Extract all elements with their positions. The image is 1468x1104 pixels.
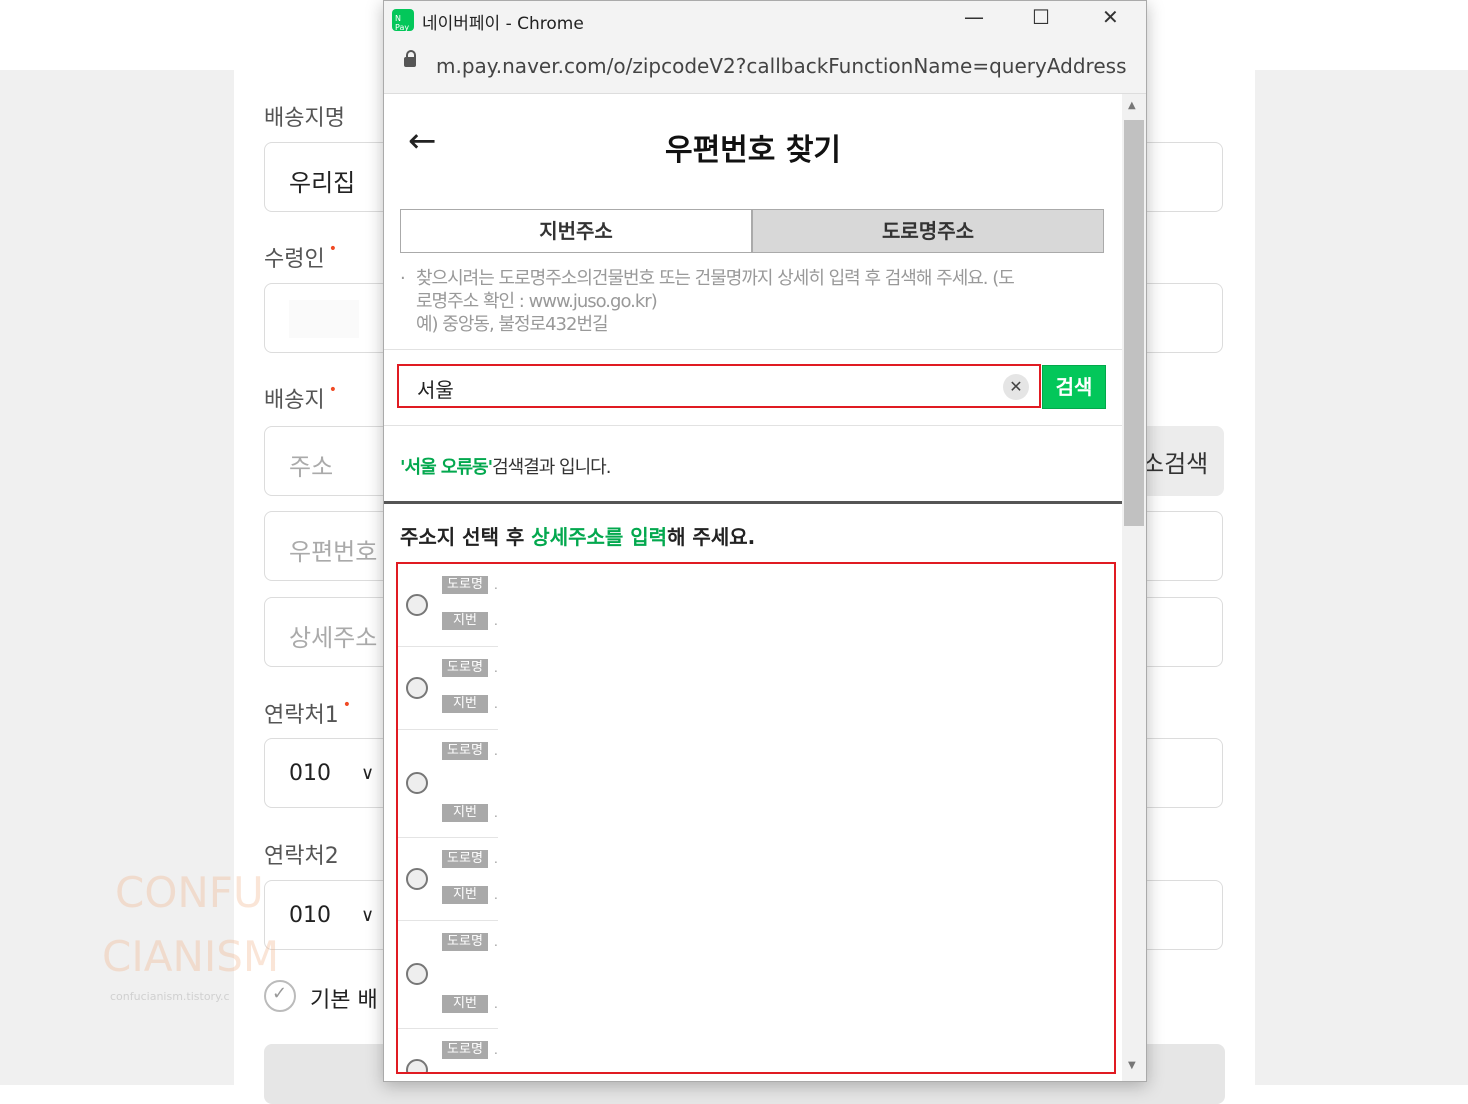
default-address-label: 기본 배	[310, 988, 378, 1013]
result-text: .	[494, 806, 498, 820]
search-button[interactable]: 검색	[1042, 365, 1106, 409]
tab-road-name[interactable]: 도로명주소	[752, 209, 1104, 253]
radio-button[interactable]	[406, 594, 428, 616]
radio-button[interactable]	[406, 868, 428, 890]
naverpay-favicon-icon: N Pay	[392, 9, 414, 32]
search-input[interactable]: 서울 ✕	[397, 364, 1041, 408]
result-divider	[384, 501, 1122, 504]
naverpay-popup-window: N Pay 네이버페이 - Chrome — ☐ ✕ m.pay.naver.c…	[383, 0, 1147, 1082]
jibun-badge: 지번	[442, 804, 488, 822]
tab-jibun[interactable]: 지번주소	[400, 209, 752, 253]
list-item[interactable]: 도로명. 지번.	[398, 838, 498, 921]
chevron-down-icon: ∨	[361, 905, 375, 926]
check-icon: ✓	[272, 983, 288, 1004]
result-text: .	[494, 661, 498, 675]
address-placeholder: 주소	[289, 453, 334, 481]
url-text[interactable]: m.pay.naver.com/o/zipcodeV2?callbackFunc…	[436, 54, 1126, 78]
scrollbar[interactable]: ▲ ▼	[1122, 94, 1146, 1081]
result-text: .	[494, 1043, 498, 1057]
shipping-name-value: 우리집	[289, 169, 356, 197]
jibun-badge: 지번	[442, 695, 488, 713]
minimize-icon[interactable]: —	[964, 5, 984, 29]
road-badge: 도로명	[442, 742, 488, 760]
window-titlebar: N Pay 네이버페이 - Chrome — ☐ ✕	[384, 1, 1146, 41]
address-bar: m.pay.naver.com/o/zipcodeV2?callbackFunc…	[384, 41, 1146, 94]
result-text: .	[494, 614, 498, 628]
result-text: .	[494, 997, 498, 1011]
recipient-label: 수령인 •	[264, 241, 337, 272]
result-info: '서울 오류동'검색결과 입니다.	[400, 453, 611, 479]
list-item[interactable]: 도로명. 지번.	[398, 564, 498, 647]
list-item[interactable]: 도로명. 지번.	[398, 647, 498, 730]
radio-button[interactable]	[406, 963, 428, 985]
required-mark: •	[342, 697, 351, 713]
jibun-badge: 지번	[442, 886, 488, 904]
search-value: 서울	[417, 378, 454, 402]
road-badge: 도로명	[442, 576, 488, 594]
address-result-list: 도로명. 지번. 도로명. 지번. 도로명. 지번. 도로명. 지번. 도로명.…	[396, 562, 1116, 1074]
divider	[384, 349, 1122, 350]
contact2-prefix-select[interactable]: 010	[289, 903, 331, 928]
result-text: .	[494, 852, 498, 866]
chevron-down-icon: ∨	[361, 763, 375, 784]
road-badge: 도로명	[442, 850, 488, 868]
clear-icon[interactable]: ✕	[1003, 374, 1029, 400]
watermark-line2: CIANISM	[102, 932, 280, 981]
result-text: .	[494, 744, 498, 758]
lock-icon	[404, 50, 416, 67]
address-search-label: 소검색	[1142, 450, 1209, 478]
hint-bullet: ·	[400, 268, 406, 289]
result-text: .	[494, 578, 498, 592]
hint-line: 로명주소 확인 : www.juso.go.kr)	[416, 291, 658, 312]
recipient-redacted	[289, 300, 359, 338]
zipcode-placeholder: 우편번호	[289, 538, 378, 566]
divider	[384, 425, 1122, 426]
scrollbar-thumb[interactable]	[1124, 120, 1144, 526]
page-title: 우편번호 찾기	[664, 133, 842, 168]
road-badge: 도로명	[442, 933, 488, 951]
watermark-line3: confucianism.tistory.c	[110, 990, 230, 1003]
maximize-icon[interactable]: ☐	[1032, 5, 1050, 29]
detail-address-placeholder: 상세주소	[289, 624, 378, 652]
required-mark: •	[328, 382, 337, 398]
search-hint: · 찾으시려는 도로명주소의건물번호 또는 건물명까지 상세히 입력 후 검색해…	[400, 267, 1106, 336]
shipping-name-label: 배송지명	[264, 106, 345, 131]
contact2-label: 연락처2	[264, 844, 339, 869]
radio-button[interactable]	[406, 772, 428, 794]
road-badge: 도로명	[442, 659, 488, 677]
address-label: 배송지 •	[264, 382, 337, 413]
radio-button[interactable]	[406, 677, 428, 699]
close-icon[interactable]: ✕	[1102, 5, 1119, 29]
jibun-badge: 지번	[442, 612, 488, 630]
hint-line: 찾으시려는 도로명주소의건물번호 또는 건물명까지 상세히 입력 후 검색해 주…	[416, 268, 1015, 289]
road-badge: 도로명	[442, 1041, 488, 1059]
result-text: .	[494, 888, 498, 902]
result-suffix: 검색결과 입니다.	[492, 457, 611, 478]
result-query: '서울 오류동'	[400, 457, 493, 478]
hint-line: 예) 중앙동, 불정로432번길	[416, 314, 609, 335]
scroll-down-icon[interactable]: ▼	[1128, 1060, 1136, 1071]
result-text: .	[494, 935, 498, 949]
radio-button[interactable]	[406, 1059, 428, 1072]
select-guide: 주소지 선택 후 상세주소를 입력해 주세요.	[400, 525, 756, 549]
jibun-badge: 지번	[442, 995, 488, 1013]
list-item[interactable]: 도로명. 지번.	[398, 921, 498, 1029]
contact1-prefix-select[interactable]: 010	[289, 761, 331, 786]
scroll-up-icon[interactable]: ▲	[1128, 100, 1136, 111]
result-text: .	[494, 697, 498, 711]
required-mark: •	[328, 241, 337, 257]
list-item[interactable]: 도로명.	[398, 1029, 498, 1072]
list-item[interactable]: 도로명. 지번.	[398, 730, 498, 838]
watermark-line1: CONFU	[115, 868, 264, 917]
window-title: 네이버페이 - Chrome	[422, 14, 584, 34]
default-address-checkbox[interactable]: ✓	[264, 980, 296, 1012]
contact1-label: 연락처1 •	[264, 697, 351, 728]
